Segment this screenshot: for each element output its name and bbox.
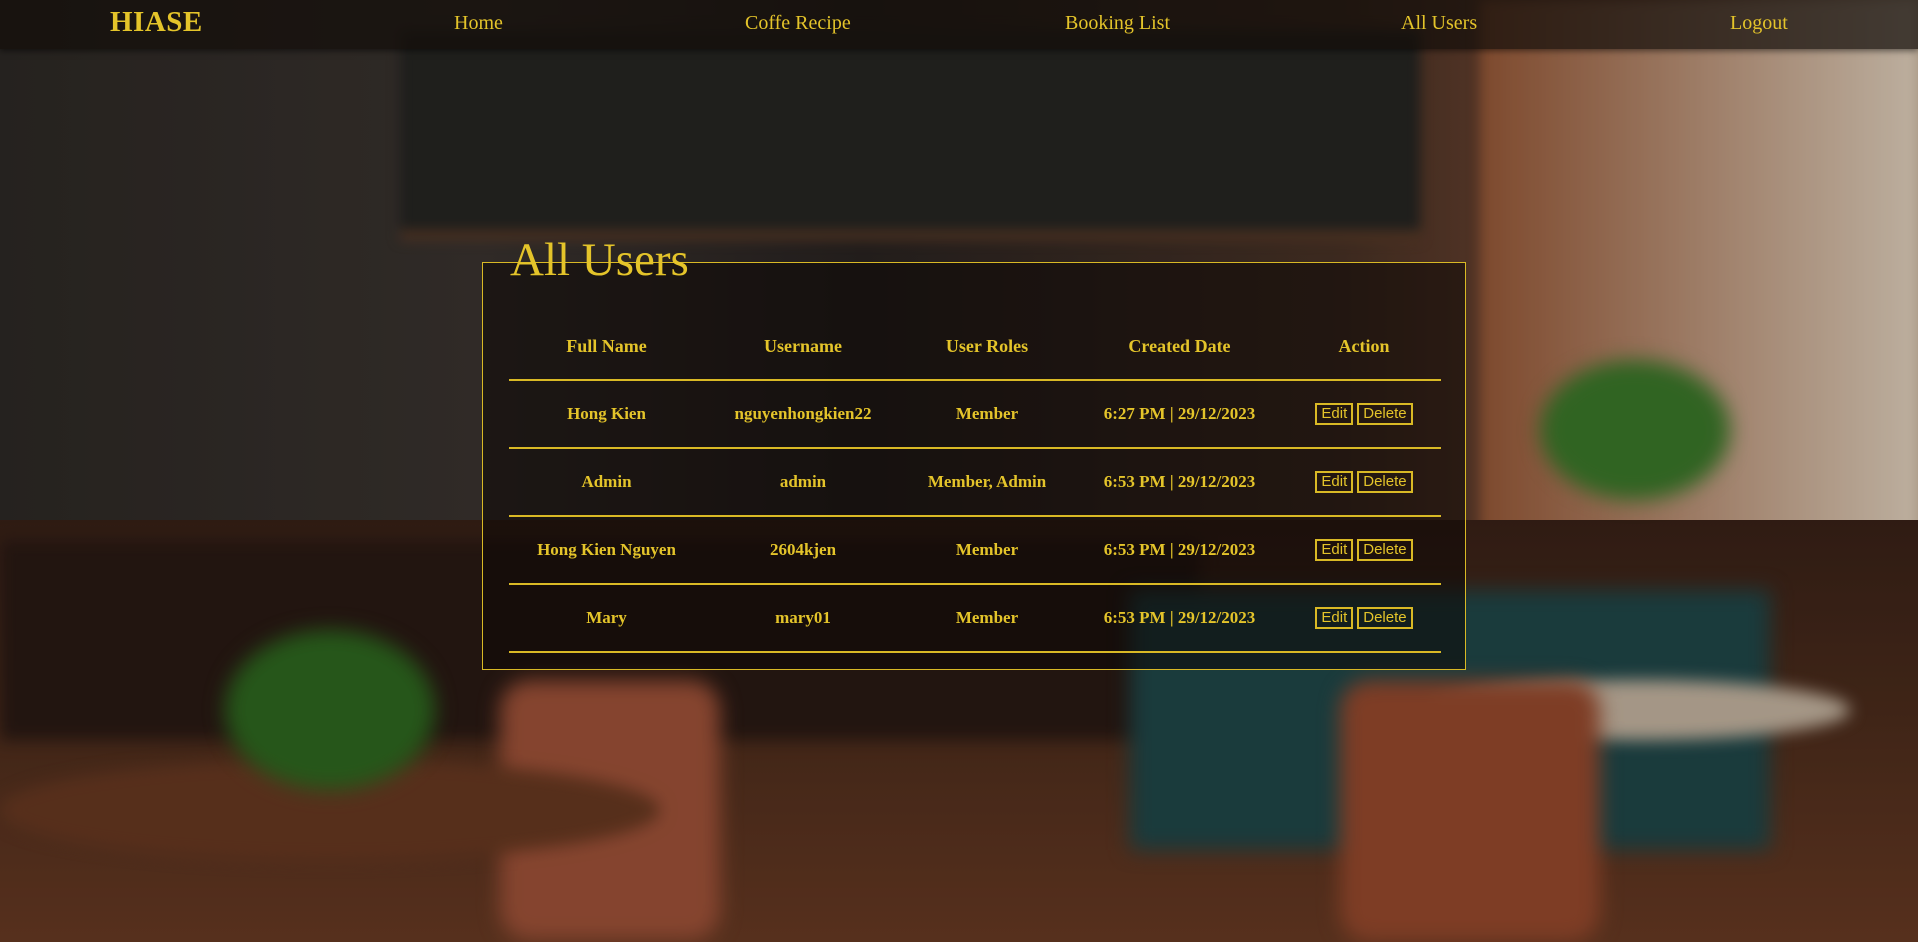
cell-action: Edit Delete bbox=[1287, 516, 1441, 585]
table-row: Hong Kien nguyenhongkien22 Member 6:27 P… bbox=[509, 380, 1441, 449]
cell-action: Edit Delete bbox=[1287, 584, 1441, 653]
nav-home-link[interactable]: Home bbox=[454, 12, 503, 35]
top-nav: HIASE Home Coffe Recipe Booking List All… bbox=[0, 0, 1918, 49]
nav-booking-list-link[interactable]: Booking List bbox=[1065, 12, 1170, 35]
cell-user-roles: Member bbox=[902, 516, 1072, 585]
edit-button[interactable]: Edit bbox=[1315, 539, 1354, 561]
table-row: Hong Kien Nguyen 2604kjen Member 6:53 PM… bbox=[509, 516, 1441, 585]
cell-user-roles: Member, Admin bbox=[902, 448, 1072, 517]
edit-button[interactable]: Edit bbox=[1315, 471, 1354, 493]
delete-button[interactable]: Delete bbox=[1357, 403, 1413, 425]
column-header-full-name: Full Name bbox=[509, 321, 704, 381]
cell-username: nguyenhongkien22 bbox=[704, 380, 902, 449]
cell-created-date: 6:53 PM | 29/12/2023 bbox=[1072, 584, 1287, 653]
delete-button[interactable]: Delete bbox=[1357, 607, 1413, 629]
delete-button[interactable]: Delete bbox=[1357, 471, 1413, 493]
cell-full-name: Hong Kien bbox=[509, 380, 704, 449]
table-header-row: Full Name Username User Roles Created Da… bbox=[509, 321, 1441, 381]
cell-full-name: Mary bbox=[509, 584, 704, 653]
cell-username: mary01 bbox=[704, 584, 902, 653]
cell-user-roles: Member bbox=[902, 380, 1072, 449]
brand-logo[interactable]: HIASE bbox=[110, 6, 203, 39]
delete-button[interactable]: Delete bbox=[1357, 539, 1413, 561]
page-title: All Users bbox=[510, 234, 689, 286]
cell-created-date: 6:53 PM | 29/12/2023 bbox=[1072, 516, 1287, 585]
edit-button[interactable]: Edit bbox=[1315, 607, 1354, 629]
nav-coffee-recipe-link[interactable]: Coffe Recipe bbox=[745, 12, 851, 35]
cell-username: 2604kjen bbox=[704, 516, 902, 585]
column-header-user-roles: User Roles bbox=[902, 321, 1072, 381]
table-row: Admin admin Member, Admin 6:53 PM | 29/1… bbox=[509, 448, 1441, 517]
users-table: Full Name Username User Roles Created Da… bbox=[509, 321, 1441, 653]
cell-action: Edit Delete bbox=[1287, 380, 1441, 449]
column-header-created-date: Created Date bbox=[1072, 321, 1287, 381]
table-row: Mary mary01 Member 6:53 PM | 29/12/2023 … bbox=[509, 584, 1441, 653]
nav-all-users-link[interactable]: All Users bbox=[1401, 12, 1477, 35]
edit-button[interactable]: Edit bbox=[1315, 403, 1354, 425]
cell-username: admin bbox=[704, 448, 902, 517]
cell-created-date: 6:53 PM | 29/12/2023 bbox=[1072, 448, 1287, 517]
cell-full-name: Admin bbox=[509, 448, 704, 517]
cell-action: Edit Delete bbox=[1287, 448, 1441, 517]
nav-logout-link[interactable]: Logout bbox=[1730, 12, 1788, 35]
cell-full-name: Hong Kien Nguyen bbox=[509, 516, 704, 585]
column-header-action: Action bbox=[1287, 321, 1441, 381]
all-users-panel: All Users Full Name Username User Roles … bbox=[482, 237, 1466, 670]
column-header-username: Username bbox=[704, 321, 902, 381]
cell-user-roles: Member bbox=[902, 584, 1072, 653]
cell-created-date: 6:27 PM | 29/12/2023 bbox=[1072, 380, 1287, 449]
